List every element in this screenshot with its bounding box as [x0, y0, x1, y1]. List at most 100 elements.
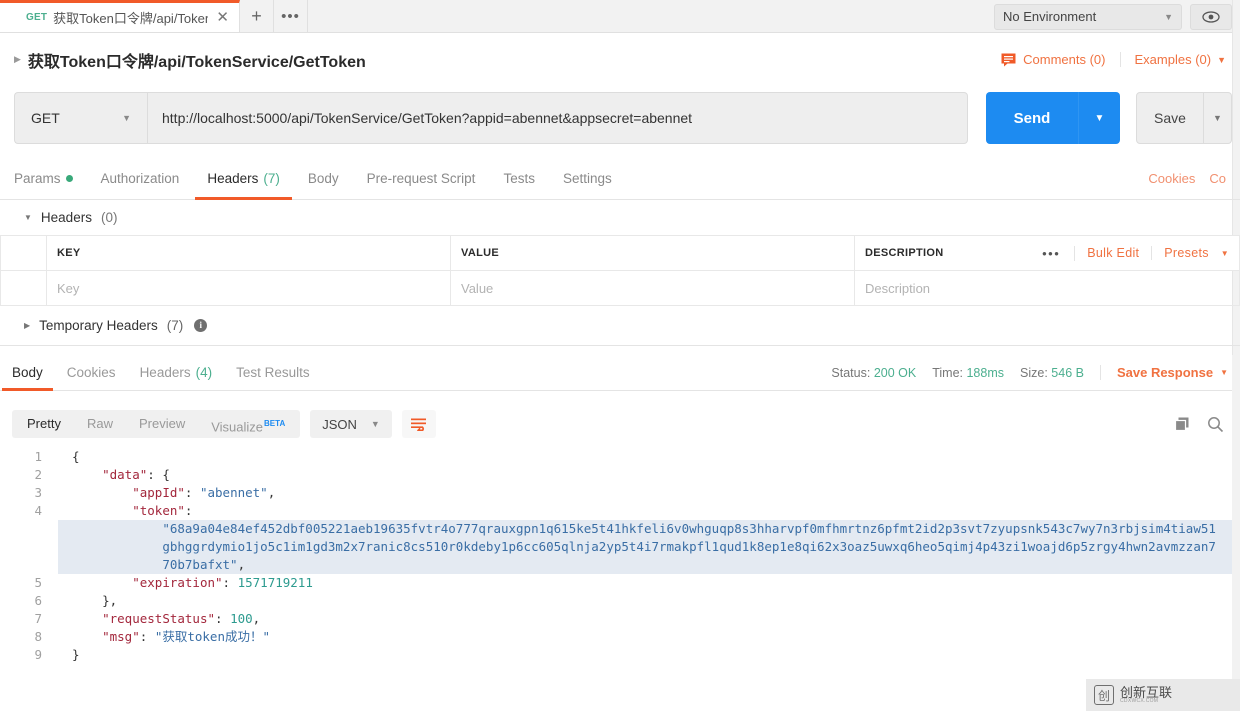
expand-triangle-icon: ▶ [24, 321, 31, 330]
request-tab-method: GET [26, 12, 48, 23]
search-button[interactable] [1207, 416, 1224, 433]
save-options-button[interactable]: ▼ [1204, 92, 1232, 144]
wrap-lines-button[interactable] [401, 410, 436, 438]
presets-button[interactable]: Presets [1152, 246, 1220, 260]
http-method-select[interactable]: GET ▼ [14, 92, 147, 144]
response-meta: Status: 200 OK Time: 188ms Size: 546 B S… [831, 365, 1228, 380]
environment-select[interactable]: No Environment ▼ [994, 3, 1182, 30]
examples-label: Examples (0) [1134, 52, 1212, 67]
environment-area: No Environment ▼ [994, 0, 1240, 33]
line-number [0, 556, 58, 574]
more-options-icon[interactable]: ••• [1028, 245, 1076, 261]
temporary-headers-count: (7) [166, 318, 184, 333]
size-value: 546 B [1051, 365, 1084, 380]
request-tab-active[interactable]: GET 获取Token口令牌/api/TokenSer... ✕ [0, 0, 240, 32]
time-label: Time: [932, 365, 963, 380]
chevron-down-icon: ▼ [1220, 368, 1228, 377]
response-tab-cookies[interactable]: Cookies [67, 355, 116, 391]
line-number [0, 538, 58, 556]
close-icon[interactable]: ✕ [214, 10, 231, 25]
tab-headers[interactable]: Headers (7) [195, 158, 292, 200]
comments-button[interactable]: Comments (0) [1001, 52, 1121, 67]
watermark-line2: CDXWCX.COM [1120, 698, 1159, 705]
params-modified-dot-icon [65, 175, 73, 182]
examples-button[interactable]: Examples (0) ▼ [1121, 52, 1227, 67]
table-row[interactable]: Key Value Description [0, 270, 1240, 306]
breadcrumb[interactable]: ▶ 获取Token口令牌/api/TokenService/GetToken [14, 48, 366, 72]
response-tab-headers-label: Headers [139, 365, 191, 380]
tab-authorization[interactable]: Authorization [101, 158, 180, 200]
save-group: Save ▼ [1136, 92, 1232, 144]
code-text: "68a9a04e84ef452dbf005221aeb19635fvtr4o7… [58, 520, 1240, 538]
line-number: 2 [34, 467, 42, 482]
view-mode-visualize[interactable]: VisualizeBETA [198, 410, 298, 438]
response-tab-body-label: Body [12, 365, 43, 380]
key-input[interactable]: Key [46, 270, 451, 306]
view-mode-raw[interactable]: Raw [74, 410, 126, 438]
column-description-label: DESCRIPTION [865, 247, 944, 259]
tab-body[interactable]: Body [308, 158, 339, 200]
code-text: "data": { [102, 467, 170, 482]
url-bar: GET ▼ http://localhost:5000/api/TokenSer… [14, 92, 1232, 144]
tab-tests[interactable]: Tests [503, 158, 535, 200]
headers-table: KEY VALUE DESCRIPTION ••• Bulk Edit Pres… [0, 235, 1240, 306]
line-number: 4 [34, 503, 42, 518]
tab-settings-label: Settings [562, 171, 612, 186]
description-input[interactable]: Description [854, 270, 1240, 306]
tab-body-label: Body [307, 171, 339, 186]
tab-settings[interactable]: Settings [563, 158, 612, 200]
status-value: 200 OK [873, 365, 917, 380]
response-view-modes: Pretty Raw Preview VisualizeBETA [12, 410, 301, 438]
code-text: gbhggrdymio1jo5c1im1gd3m2x7ranic8cs510r0… [58, 538, 1240, 556]
line-number [0, 520, 58, 538]
response-tab-headers[interactable]: Headers (4) [140, 355, 213, 391]
line-number: 7 [34, 611, 42, 626]
code-line: 5 "expiration": 1571719211 [0, 574, 1240, 592]
tab-options-icon[interactable]: ••• [274, 0, 308, 32]
code-text: 70b7bafxt", [58, 556, 1240, 574]
code-link[interactable]: Co [1209, 171, 1226, 186]
tab-headers-label: Headers [207, 171, 259, 186]
chevron-down-icon: ▼ [122, 113, 131, 123]
cookies-link[interactable]: Cookies [1148, 171, 1195, 186]
response-scrollbar[interactable] [1232, 355, 1240, 711]
new-tab-button[interactable]: + [240, 0, 274, 32]
headers-section-toggle[interactable]: ▼ Headers (0) [0, 200, 1240, 235]
info-icon[interactable]: i [194, 319, 208, 332]
send-options-button[interactable]: ▼ [1078, 92, 1120, 144]
code-line: "68a9a04e84ef452dbf005221aeb19635fvtr4o7… [0, 520, 1240, 538]
response-body-code[interactable]: 1{2 "data": {3 "appId": "abennet", 4 "tok… [0, 448, 1240, 711]
tab-params[interactable]: Params [14, 158, 73, 200]
copy-button[interactable] [1174, 416, 1191, 433]
response-language-select[interactable]: JSON ▼ [310, 410, 392, 438]
chevron-down-icon: ▼ [370, 419, 380, 429]
send-button[interactable]: Send [986, 92, 1078, 144]
code-line: 70b7bafxt", [0, 556, 1240, 574]
save-response-button[interactable]: Save Response ▼ [1099, 365, 1228, 380]
url-input[interactable]: http://localhost:5000/api/TokenService/G… [147, 92, 968, 144]
environment-quick-look-button[interactable] [1190, 3, 1232, 30]
code-text: "expiration": 1571719211 [132, 575, 313, 590]
bulk-edit-button[interactable]: Bulk Edit [1075, 246, 1153, 260]
line-number: 6 [34, 593, 42, 608]
expand-triangle-icon[interactable]: ▶ [14, 54, 21, 65]
temporary-headers-label: Temporary Headers [39, 318, 158, 333]
save-button[interactable]: Save [1136, 92, 1204, 144]
code-text: "requestStatus": 100, [102, 611, 261, 626]
value-input[interactable]: Value [450, 270, 855, 306]
environment-value: No Environment [1003, 9, 1097, 24]
headers-section-label: Headers [40, 210, 92, 225]
temporary-headers-toggle[interactable]: ▶ Temporary Headers (7) i [0, 306, 1240, 346]
row-checkbox-cell[interactable] [0, 270, 47, 306]
code-text: "token": [132, 503, 193, 518]
code-line: gbhggrdymio1jo5c1im1gd3m2x7ranic8cs510r0… [0, 538, 1240, 556]
tab-pre-request-script[interactable]: Pre-request Script [367, 158, 476, 200]
code-text: "msg": "获取token成功！" [102, 629, 270, 644]
response-tab-body[interactable]: Body [2, 355, 53, 391]
time-badge: Time: 188ms [932, 366, 1004, 380]
size-badge: Size: 546 B [1020, 366, 1084, 380]
tab-pre-request-script-label: Pre-request Script [366, 171, 476, 186]
response-tab-test-results[interactable]: Test Results [236, 355, 310, 391]
view-mode-pretty[interactable]: Pretty [14, 410, 74, 438]
view-mode-preview[interactable]: Preview [126, 410, 198, 438]
